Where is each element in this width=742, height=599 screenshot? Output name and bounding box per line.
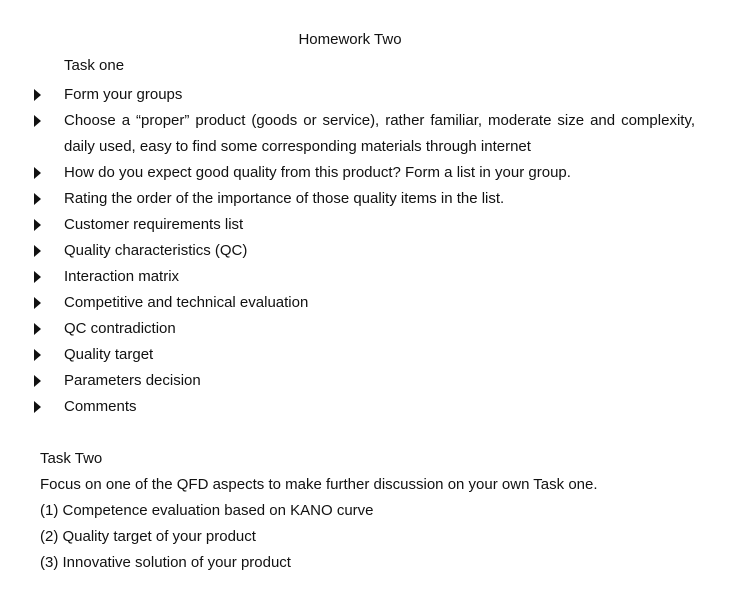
- document-title: Homework Two: [298, 31, 402, 48]
- list-item-text: Quality target: [64, 346, 154, 363]
- list-item-text: Competitive and technical evaluation: [64, 294, 309, 311]
- task-two-point: (1) Competence evaluation based on KANO …: [40, 502, 374, 519]
- list-item: Form your groups: [0, 82, 695, 108]
- bullet-arrow-icon: [34, 349, 41, 361]
- list-item: How do you expect good quality from this…: [0, 160, 695, 186]
- bullet-arrow-icon: [34, 89, 41, 101]
- list-item: Quality target: [0, 342, 695, 368]
- task-two-heading: Task Two: [40, 450, 103, 467]
- bullet-arrow-icon: [34, 115, 41, 127]
- task-two-point: (2) Quality target of your product: [40, 528, 256, 545]
- task-two-section: Task Two Focus on one of the QFD aspects…: [40, 446, 720, 576]
- list-item-text: Customer requirements list: [64, 216, 244, 233]
- list-item: Comments: [0, 394, 695, 420]
- task-two-point: (3) Innovative solution of your product: [40, 554, 291, 571]
- bullet-arrow-icon: [34, 323, 41, 335]
- list-item: Customer requirements list: [0, 212, 695, 238]
- bullet-arrow-icon: [34, 271, 41, 283]
- list-item-text: Rating the order of the importance of th…: [64, 190, 505, 207]
- bullet-arrow-icon: [34, 245, 41, 257]
- bullet-arrow-icon: [34, 297, 41, 309]
- list-item-text: Interaction matrix: [64, 268, 180, 285]
- list-item: Competitive and technical evaluation: [0, 290, 695, 316]
- list-item: Parameters decision: [0, 368, 695, 394]
- list-item-text: QC contradiction: [64, 320, 176, 337]
- list-item: Interaction matrix: [0, 264, 695, 290]
- list-item-text: Form your groups: [64, 86, 183, 103]
- list-item: Rating the order of the importance of th…: [0, 186, 695, 212]
- bullet-arrow-icon: [34, 401, 41, 413]
- bullet-arrow-icon: [34, 375, 41, 387]
- list-item-text: How do you expect good quality from this…: [64, 164, 571, 181]
- document-page: Homework Two Task one Form your groups C…: [0, 0, 742, 599]
- list-item-text: Comments: [64, 398, 137, 415]
- bullet-arrow-icon: [34, 219, 41, 231]
- task-two-intro: Focus on one of the QFD aspects to make …: [40, 476, 598, 493]
- task-one-bullet-list: Form your groups Choose a “proper” produ…: [0, 82, 695, 420]
- bullet-arrow-icon: [34, 167, 41, 179]
- list-item-text: Quality characteristics (QC): [64, 242, 248, 259]
- list-item: Choose a “proper” product (goods or serv…: [0, 108, 695, 160]
- list-item-text: Choose a “proper” product (goods or serv…: [64, 112, 695, 155]
- task-one-heading: Task one: [64, 57, 125, 74]
- list-item: Quality characteristics (QC): [0, 238, 695, 264]
- list-item: QC contradiction: [0, 316, 695, 342]
- list-item-text: Parameters decision: [64, 372, 201, 389]
- bullet-arrow-icon: [34, 193, 41, 205]
